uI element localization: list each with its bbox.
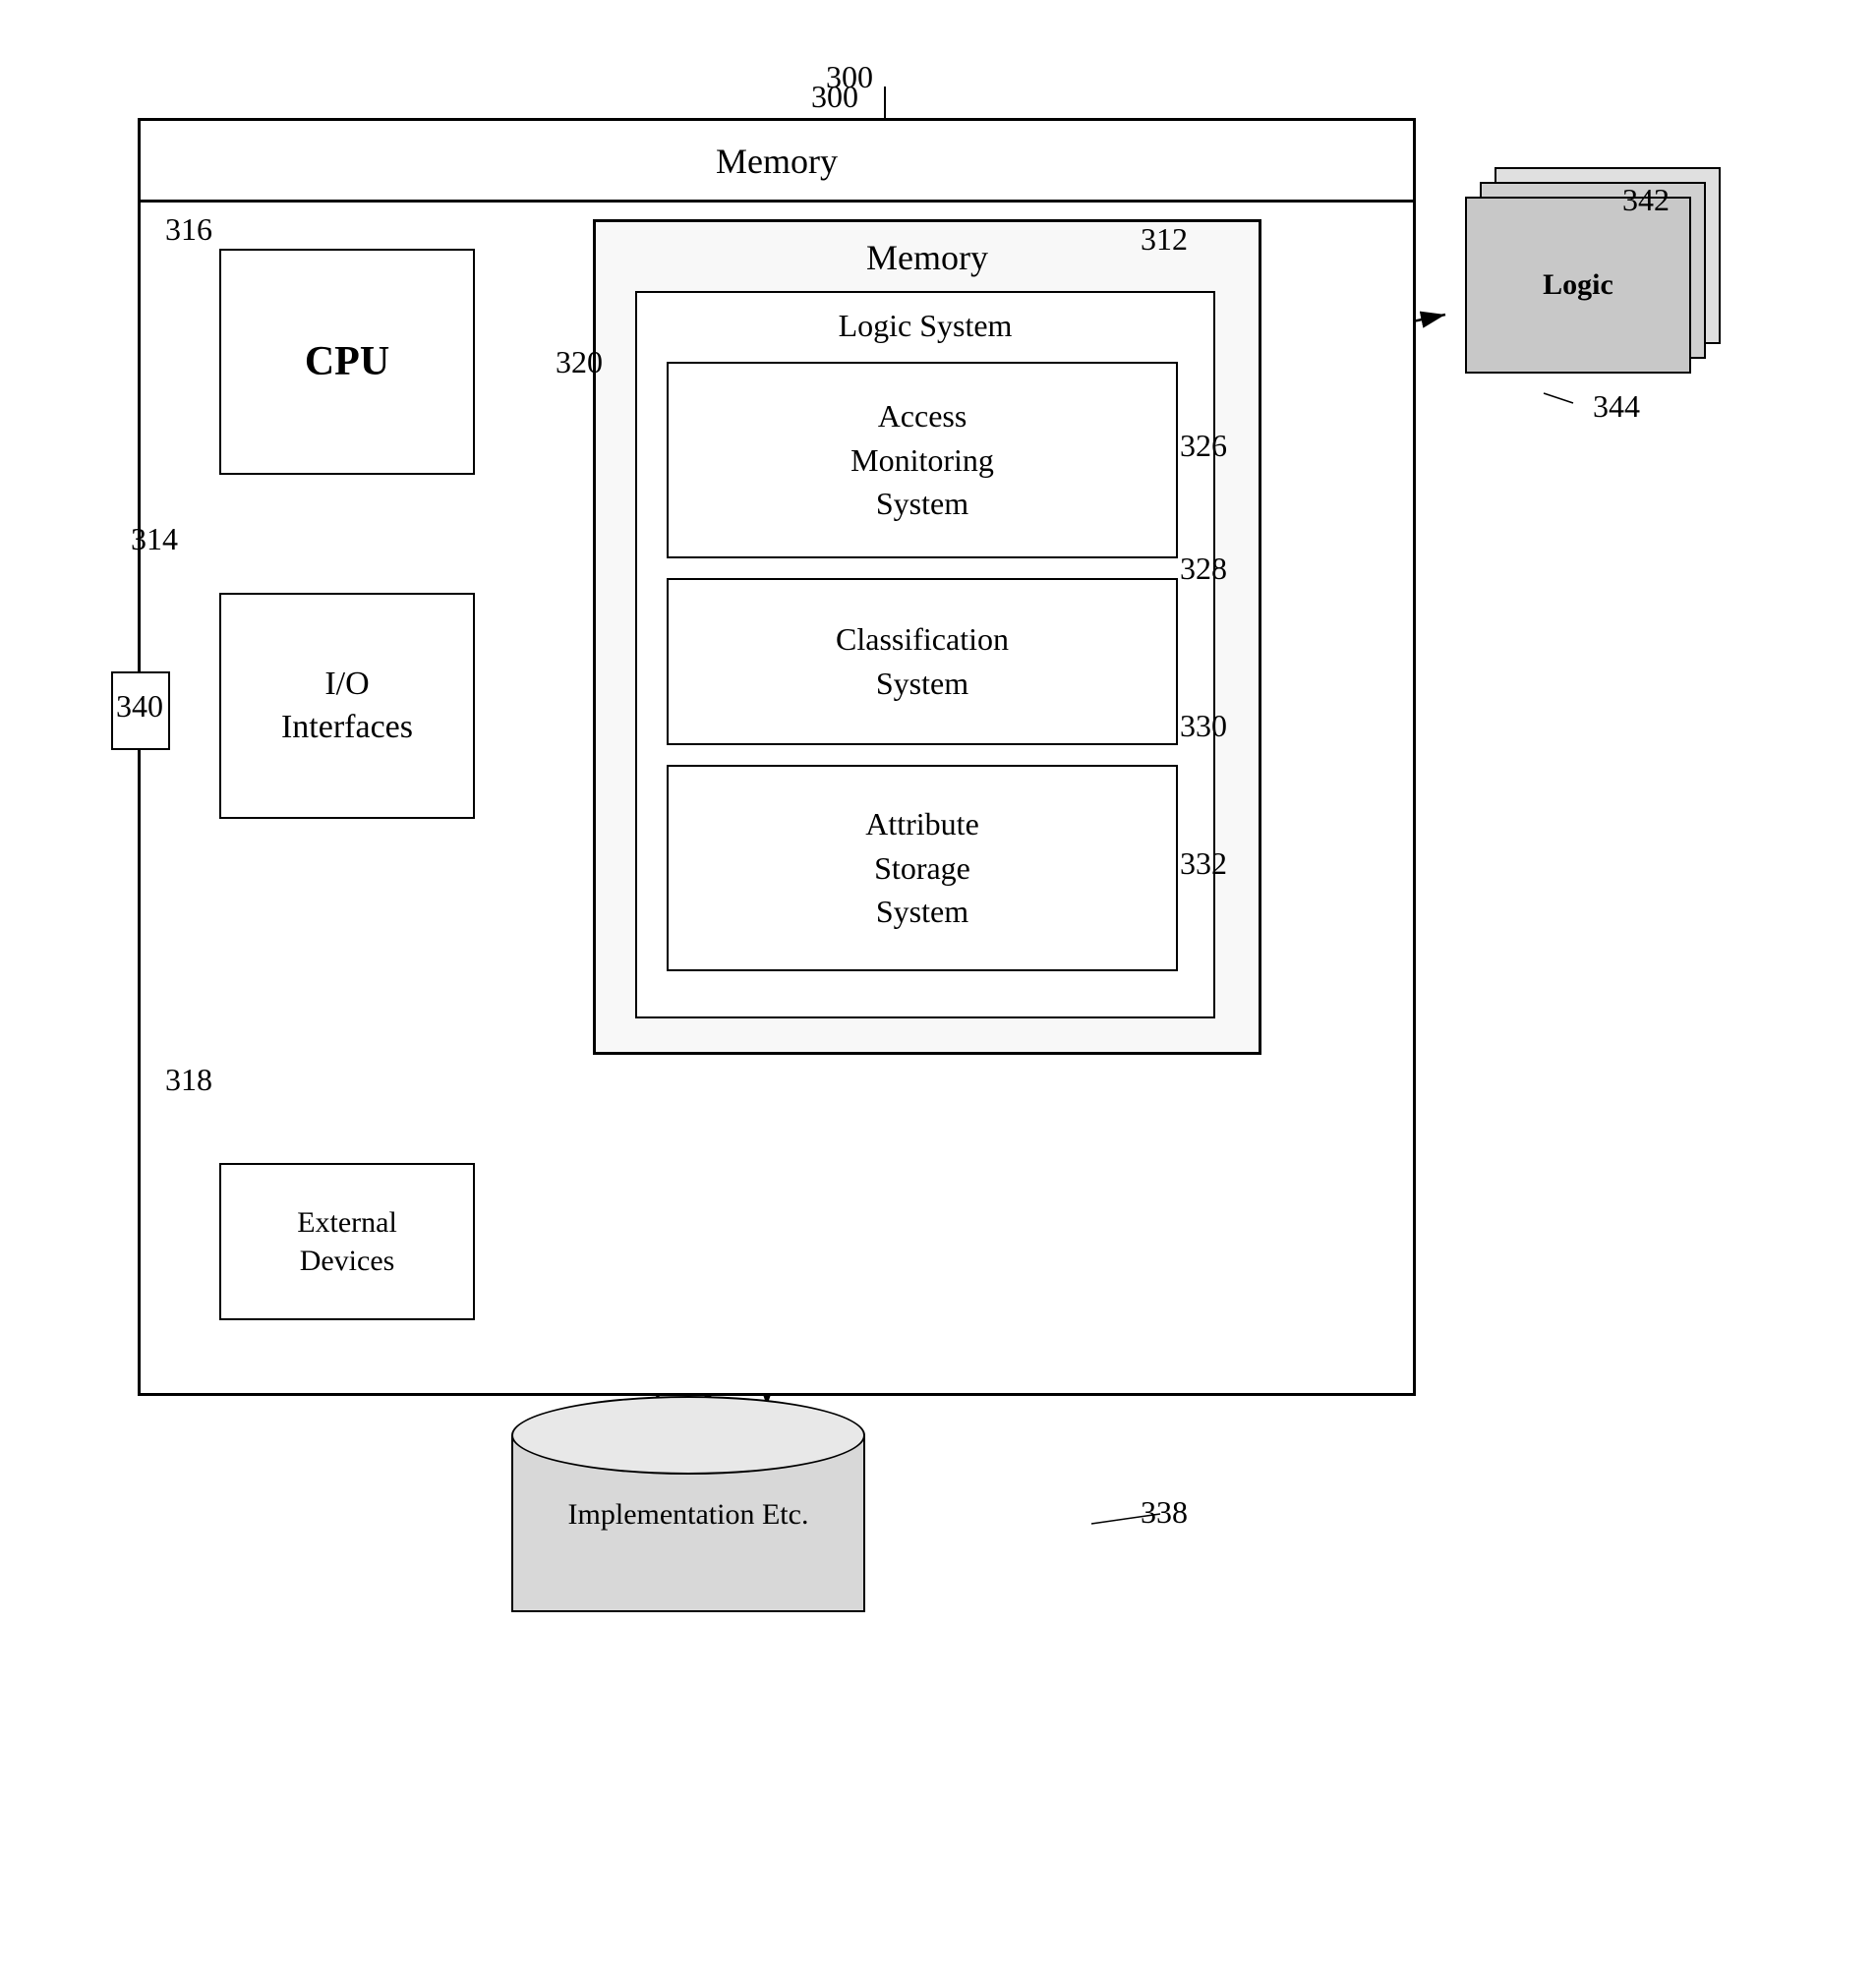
label-316-text: 316 (165, 211, 212, 248)
cylinder-label: Implementation Etc. (511, 1494, 865, 1536)
io-label: I/OInterfaces (281, 663, 413, 749)
label-342-text: 342 (1622, 182, 1670, 218)
logic-system-title: Logic System (839, 308, 1013, 344)
logic-inner-label: Logic (1543, 268, 1613, 302)
computer-system-box: Memory CPU I/OInterfaces Memory Logic Sy… (138, 118, 1416, 1396)
cpu-box: CPU (219, 249, 475, 475)
logic-box-front: Logic (1465, 197, 1691, 374)
io-box: I/OInterfaces (219, 593, 475, 819)
label-320-text: 320 (556, 344, 603, 380)
label-312-text: 312 (1141, 221, 1188, 258)
label-330-text: 330 (1180, 708, 1227, 744)
classification-system-label: ClassificationSystem (836, 617, 1009, 706)
label-318-text: 318 (165, 1062, 212, 1098)
label-326-text: 326 (1180, 428, 1227, 464)
cs-divider (141, 200, 1413, 203)
attribute-storage-system-box: AttributeStorageSystem (667, 765, 1178, 971)
logic-system-box: Logic System AccessMonitoringSystem Clas… (635, 291, 1215, 1018)
ams-label: AccessMonitoringSystem (850, 394, 994, 526)
diagram: 300 Memory CPU I/OInterfaces Memory Logi… (79, 39, 1799, 1907)
cylinder-top (511, 1396, 865, 1475)
classification-system-box: ClassificationSystem (667, 578, 1178, 745)
computer-system-title: Memory (716, 141, 838, 182)
label-332-text: 332 (1180, 845, 1227, 882)
external-devices-label: ExternalDevices (297, 1203, 397, 1280)
label-328-text: 328 (1180, 551, 1227, 587)
label-300-text: 300 (811, 79, 858, 115)
memory-title: Memory (866, 237, 988, 278)
label-340-text: 340 (116, 688, 163, 725)
cpu-label: CPU (305, 338, 389, 385)
attribute-storage-system-label: AttributeStorageSystem (865, 802, 979, 934)
external-devices-box: ExternalDevices (219, 1163, 475, 1320)
label-344-text: 344 (1593, 388, 1640, 425)
implementation-cylinder: Implementation Etc. (511, 1396, 865, 1632)
logic-stack-container: Logic (1465, 167, 1740, 383)
memory-box: Memory Logic System AccessMonitoringSyst… (593, 219, 1261, 1055)
label-338-text: 338 (1141, 1494, 1188, 1531)
ams-box: AccessMonitoringSystem (667, 362, 1178, 558)
label-314-text: 314 (131, 521, 178, 557)
